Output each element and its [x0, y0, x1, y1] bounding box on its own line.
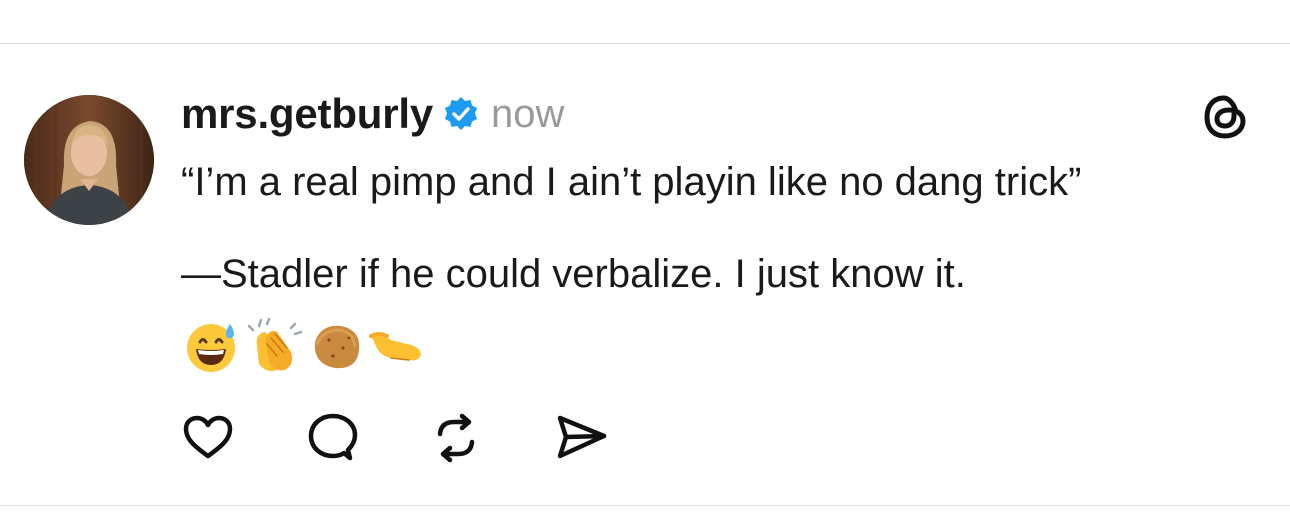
heart-icon	[183, 415, 233, 459]
comment-icon	[308, 413, 358, 461]
send-icon	[557, 415, 607, 459]
reply-button[interactable]	[304, 410, 360, 466]
username[interactable]: mrs.getburly	[181, 90, 433, 138]
top-divider	[0, 43, 1290, 44]
emoji-row	[183, 317, 427, 374]
pinching-hand-icon	[369, 318, 427, 374]
repost-icon	[437, 413, 475, 463]
like-button[interactable]	[180, 410, 236, 466]
post-actions	[180, 410, 608, 466]
share-button[interactable]	[552, 410, 608, 466]
verified-badge-icon	[443, 96, 479, 132]
post-timestamp: now	[491, 91, 565, 136]
potato-icon	[307, 318, 365, 374]
post-text-line-1: “I’m a real pimp and I ain’t playin like…	[181, 160, 1082, 204]
clapping-hands-icon	[245, 317, 303, 374]
avatar[interactable]	[24, 95, 154, 225]
post-header: mrs.getburly now	[181, 84, 564, 144]
repost-button[interactable]	[428, 410, 484, 466]
post-text-line-2: —Stadler if he could verbalize. I just k…	[181, 252, 966, 296]
bottom-divider	[0, 505, 1290, 506]
grinning-face-with-sweat-icon	[183, 318, 241, 374]
threads-logo-icon[interactable]	[1198, 90, 1252, 144]
